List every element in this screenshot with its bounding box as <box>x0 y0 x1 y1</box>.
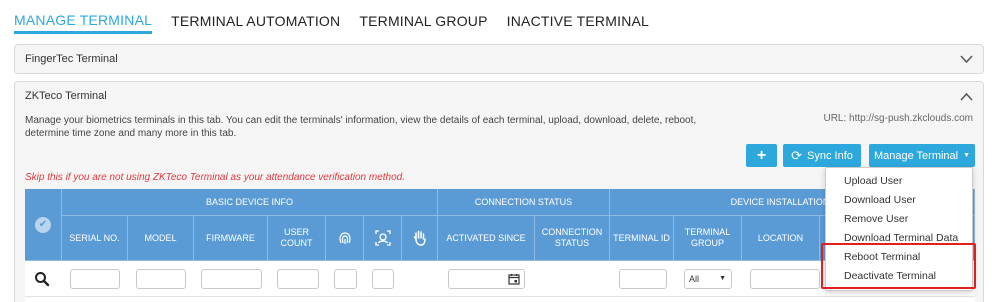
palm-icon <box>402 216 438 261</box>
column-user-count[interactable]: USER COUNT <box>268 216 326 261</box>
check-icon[interactable]: ✔ <box>35 216 51 233</box>
fingertec-panel[interactable]: FingerTec Terminal <box>14 44 984 74</box>
menu-item-upload-user[interactable]: Upload User <box>826 172 972 191</box>
terminal-group-select[interactable]: All ▼ <box>684 269 732 289</box>
menu-item-remove-user[interactable]: Remove User <box>826 210 972 229</box>
column-terminal-group[interactable]: TERMINAL GROUP <box>674 216 742 261</box>
activated-since-filter-input[interactable] <box>448 269 525 289</box>
model-filter-input[interactable] <box>136 269 186 289</box>
caret-down-icon: ▼ <box>963 152 971 159</box>
select-all-header[interactable]: ✔ <box>25 189 62 261</box>
location-filter-input[interactable] <box>750 269 820 289</box>
column-firmware[interactable]: FIRMWARE <box>194 216 268 261</box>
tab-bar: MANAGE TERMINAL TERMINAL AUTOMATION TERM… <box>14 0 668 34</box>
column-terminal-id[interactable]: TERMINAL ID <box>610 216 674 261</box>
column-serial-no[interactable]: SERIAL NO. <box>62 216 128 261</box>
manage-terminal-label: Manage Terminal <box>873 149 959 162</box>
fingerprint-icon <box>326 216 364 261</box>
zkteco-description: Manage your biometrics terminals in this… <box>25 115 697 139</box>
face-filter-input[interactable] <box>372 269 394 289</box>
chevron-up-icon[interactable] <box>960 92 973 101</box>
server-url: URL: http://sg-push.zkclouds.com <box>823 113 973 124</box>
group-basic-device-info: BASIC DEVICE INFO <box>62 189 438 216</box>
tab-inactive-terminal[interactable]: INACTIVE TERMINAL <box>507 13 649 34</box>
sync-info-label: Sync Info <box>807 149 853 162</box>
search-icon[interactable] <box>34 271 50 290</box>
refresh-icon: ⟳ <box>791 147 803 163</box>
group-connection-status: CONNECTION STATUS <box>438 189 610 216</box>
add-terminal-button[interactable]: + <box>746 144 777 167</box>
face-icon <box>364 216 402 261</box>
tab-manage-terminal[interactable]: MANAGE TERMINAL <box>14 12 153 34</box>
highlight-box <box>821 243 976 289</box>
warning-text: Skip this if you are not using ZKTeco Te… <box>25 172 406 183</box>
column-activated-since[interactable]: ACTIVATED SINCE <box>438 216 535 261</box>
manage-terminal-button[interactable]: Manage Terminal ▼ <box>869 144 975 167</box>
user-count-filter-input[interactable] <box>277 269 319 289</box>
sync-info-button[interactable]: ⟳ Sync Info <box>783 144 861 167</box>
zkteco-panel-title: ZKTeco Terminal <box>25 90 107 102</box>
column-location[interactable]: LOCATION <box>742 216 820 261</box>
chevron-down-icon[interactable] <box>960 55 973 64</box>
tab-terminal-automation[interactable]: TERMINAL AUTOMATION <box>171 13 340 34</box>
fingertec-panel-title: FingerTec Terminal <box>25 53 118 65</box>
fingerprint-filter-input[interactable] <box>334 269 357 289</box>
tab-terminal-group[interactable]: TERMINAL GROUP <box>359 13 487 34</box>
calendar-icon[interactable] <box>508 273 520 285</box>
column-connection-status[interactable]: CONNECTION STATUS <box>535 216 610 261</box>
firmware-filter-input[interactable] <box>201 269 262 289</box>
terminal-id-filter-input[interactable] <box>619 269 667 289</box>
column-model[interactable]: MODEL <box>128 216 194 261</box>
terminal-group-select-value: All <box>689 274 700 284</box>
menu-item-download-user[interactable]: Download User <box>826 191 972 210</box>
serial-filter-input[interactable] <box>70 269 120 289</box>
caret-down-icon: ▼ <box>719 275 726 282</box>
